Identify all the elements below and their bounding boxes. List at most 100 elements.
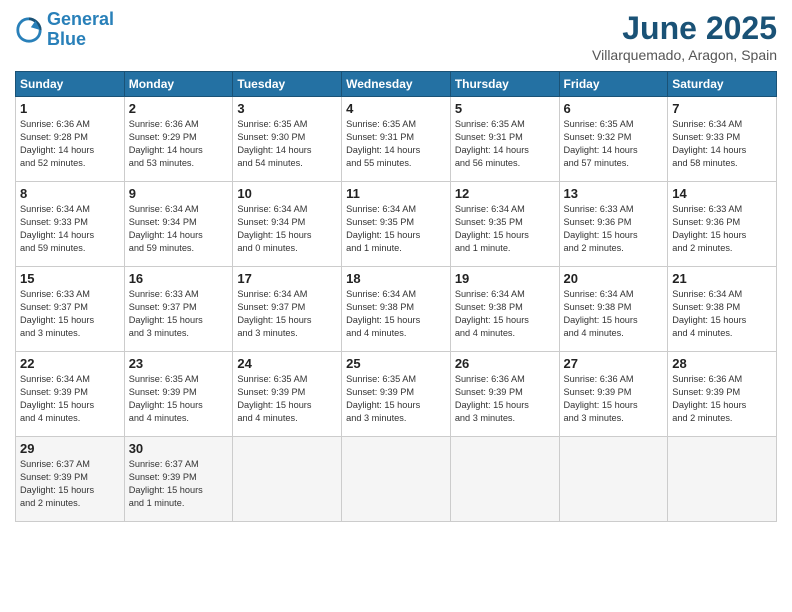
calendar-cell: 28Sunrise: 6:36 AM Sunset: 9:39 PM Dayli… <box>668 352 777 437</box>
calendar-cell: 3 Sunrise: 6:35 AM Sunset: 9:30 PM Daylig… <box>233 97 342 182</box>
calendar-cell: 24 Sunrise: 6:35 AM Sunset: 9:39 PM Dayli… <box>233 352 342 437</box>
calendar-cell <box>559 437 668 522</box>
calendar-cell: 1 Sunrise: 6:36 AM Sunset: 9:28 PM Daylig… <box>16 97 125 182</box>
day-number: 1 <box>20 101 120 116</box>
calendar-cell: 2Sunrise: 6:36 AM Sunset: 9:29 PM Daylig… <box>124 97 233 182</box>
day-number: 27 <box>564 356 664 371</box>
day-number: 18 <box>346 271 446 286</box>
calendar-header-row: SundayMondayTuesdayWednesdayThursdayFrid… <box>16 72 777 97</box>
calendar-col-header: Wednesday <box>342 72 451 97</box>
day-number: 29 <box>20 441 120 456</box>
calendar-cell: 21Sunrise: 6:34 AM Sunset: 9:38 PM Dayli… <box>668 267 777 352</box>
day-info: Sunrise: 6:34 AM Sunset: 9:35 PM Dayligh… <box>346 203 446 255</box>
day-number: 5 <box>455 101 555 116</box>
subtitle: Villarquemado, Aragon, Spain <box>592 47 777 63</box>
calendar-col-header: Sunday <box>16 72 125 97</box>
day-number: 24 <box>237 356 337 371</box>
calendar-cell: 29 Sunrise: 6:37 AM Sunset: 9:39 PM Dayli… <box>16 437 125 522</box>
calendar-cell: 8 Sunrise: 6:34 AM Sunset: 9:33 PM Daylig… <box>16 182 125 267</box>
day-number: 30 <box>129 441 229 456</box>
day-number: 16 <box>129 271 229 286</box>
day-number: 12 <box>455 186 555 201</box>
calendar-cell: 14Sunrise: 6:33 AM Sunset: 9:36 PM Dayli… <box>668 182 777 267</box>
day-number: 20 <box>564 271 664 286</box>
calendar-cell: 9 Sunrise: 6:34 AM Sunset: 9:34 PM Daylig… <box>124 182 233 267</box>
day-info: Sunrise: 6:35 AM Sunset: 9:32 PM Dayligh… <box>564 118 664 170</box>
calendar-cell: 30 Sunrise: 6:37 AM Sunset: 9:39 PM Dayli… <box>124 437 233 522</box>
calendar-cell: 4Sunrise: 6:35 AM Sunset: 9:31 PM Daylig… <box>342 97 451 182</box>
calendar-week-row: 29 Sunrise: 6:37 AM Sunset: 9:39 PM Dayli… <box>16 437 777 522</box>
calendar-cell: 11 Sunrise: 6:34 AM Sunset: 9:35 PM Dayli… <box>342 182 451 267</box>
day-number: 13 <box>564 186 664 201</box>
day-number: 21 <box>672 271 772 286</box>
calendar-col-header: Friday <box>559 72 668 97</box>
logo-line2: Blue <box>47 29 86 49</box>
day-info: Sunrise: 6:34 AM Sunset: 9:34 PM Dayligh… <box>129 203 229 255</box>
calendar-cell: 23 Sunrise: 6:35 AM Sunset: 9:39 PM Dayli… <box>124 352 233 437</box>
calendar-table: SundayMondayTuesdayWednesdayThursdayFrid… <box>15 71 777 522</box>
day-info: Sunrise: 6:34 AM Sunset: 9:37 PM Dayligh… <box>237 288 337 340</box>
day-number: 25 <box>346 356 446 371</box>
day-info: Sunrise: 6:33 AM Sunset: 9:37 PM Dayligh… <box>129 288 229 340</box>
day-info: Sunrise: 6:36 AM Sunset: 9:28 PM Dayligh… <box>20 118 120 170</box>
logo-line1: General <box>47 9 114 29</box>
day-info: Sunrise: 6:37 AM Sunset: 9:39 PM Dayligh… <box>20 458 120 510</box>
calendar-cell: 13 Sunrise: 6:33 AM Sunset: 9:36 PM Dayli… <box>559 182 668 267</box>
calendar-cell <box>342 437 451 522</box>
calendar-cell: 17 Sunrise: 6:34 AM Sunset: 9:37 PM Dayli… <box>233 267 342 352</box>
day-info: Sunrise: 6:35 AM Sunset: 9:39 PM Dayligh… <box>237 373 337 425</box>
day-number: 17 <box>237 271 337 286</box>
calendar-cell: 10Sunrise: 6:34 AM Sunset: 9:34 PM Dayli… <box>233 182 342 267</box>
logo-text: General Blue <box>47 10 114 50</box>
title-block: June 2025 Villarquemado, Aragon, Spain <box>592 10 777 63</box>
calendar-cell <box>233 437 342 522</box>
day-number: 8 <box>20 186 120 201</box>
day-info: Sunrise: 6:36 AM Sunset: 9:39 PM Dayligh… <box>564 373 664 425</box>
day-number: 23 <box>129 356 229 371</box>
calendar-cell: 5 Sunrise: 6:35 AM Sunset: 9:31 PM Daylig… <box>450 97 559 182</box>
day-number: 22 <box>20 356 120 371</box>
day-info: Sunrise: 6:34 AM Sunset: 9:38 PM Dayligh… <box>346 288 446 340</box>
day-number: 11 <box>346 186 446 201</box>
calendar-cell: 12 Sunrise: 6:34 AM Sunset: 9:35 PM Dayli… <box>450 182 559 267</box>
day-info: Sunrise: 6:34 AM Sunset: 9:33 PM Dayligh… <box>20 203 120 255</box>
day-info: Sunrise: 6:35 AM Sunset: 9:30 PM Dayligh… <box>237 118 337 170</box>
day-number: 3 <box>237 101 337 116</box>
day-info: Sunrise: 6:34 AM Sunset: 9:33 PM Dayligh… <box>672 118 772 170</box>
day-info: Sunrise: 6:34 AM Sunset: 9:35 PM Dayligh… <box>455 203 555 255</box>
calendar-cell: 20 Sunrise: 6:34 AM Sunset: 9:38 PM Dayli… <box>559 267 668 352</box>
calendar-cell <box>450 437 559 522</box>
calendar-cell: 26Sunrise: 6:36 AM Sunset: 9:39 PM Dayli… <box>450 352 559 437</box>
day-number: 14 <box>672 186 772 201</box>
logo-icon <box>15 16 43 44</box>
day-info: Sunrise: 6:37 AM Sunset: 9:39 PM Dayligh… <box>129 458 229 510</box>
calendar-week-row: 1 Sunrise: 6:36 AM Sunset: 9:28 PM Daylig… <box>16 97 777 182</box>
day-number: 9 <box>129 186 229 201</box>
main-title: June 2025 <box>592 10 777 47</box>
calendar-week-row: 22Sunrise: 6:34 AM Sunset: 9:39 PM Dayli… <box>16 352 777 437</box>
day-number: 2 <box>129 101 229 116</box>
page: General Blue June 2025 Villarquemado, Ar… <box>0 0 792 612</box>
day-info: Sunrise: 6:35 AM Sunset: 9:39 PM Dayligh… <box>129 373 229 425</box>
day-info: Sunrise: 6:36 AM Sunset: 9:39 PM Dayligh… <box>455 373 555 425</box>
header: General Blue June 2025 Villarquemado, Ar… <box>15 10 777 63</box>
calendar-week-row: 8 Sunrise: 6:34 AM Sunset: 9:33 PM Daylig… <box>16 182 777 267</box>
calendar-cell: 27 Sunrise: 6:36 AM Sunset: 9:39 PM Dayli… <box>559 352 668 437</box>
day-info: Sunrise: 6:34 AM Sunset: 9:38 PM Dayligh… <box>564 288 664 340</box>
calendar-col-header: Tuesday <box>233 72 342 97</box>
calendar-cell: 15 Sunrise: 6:33 AM Sunset: 9:37 PM Dayli… <box>16 267 125 352</box>
day-number: 28 <box>672 356 772 371</box>
calendar-cell: 19Sunrise: 6:34 AM Sunset: 9:38 PM Dayli… <box>450 267 559 352</box>
day-number: 15 <box>20 271 120 286</box>
day-number: 19 <box>455 271 555 286</box>
calendar-cell <box>668 437 777 522</box>
day-info: Sunrise: 6:35 AM Sunset: 9:31 PM Dayligh… <box>455 118 555 170</box>
day-info: Sunrise: 6:35 AM Sunset: 9:39 PM Dayligh… <box>346 373 446 425</box>
day-info: Sunrise: 6:33 AM Sunset: 9:36 PM Dayligh… <box>564 203 664 255</box>
calendar-cell: 7Sunrise: 6:34 AM Sunset: 9:33 PM Daylig… <box>668 97 777 182</box>
calendar-week-row: 15 Sunrise: 6:33 AM Sunset: 9:37 PM Dayli… <box>16 267 777 352</box>
logo: General Blue <box>15 10 114 50</box>
day-info: Sunrise: 6:33 AM Sunset: 9:37 PM Dayligh… <box>20 288 120 340</box>
day-number: 4 <box>346 101 446 116</box>
calendar-col-header: Monday <box>124 72 233 97</box>
